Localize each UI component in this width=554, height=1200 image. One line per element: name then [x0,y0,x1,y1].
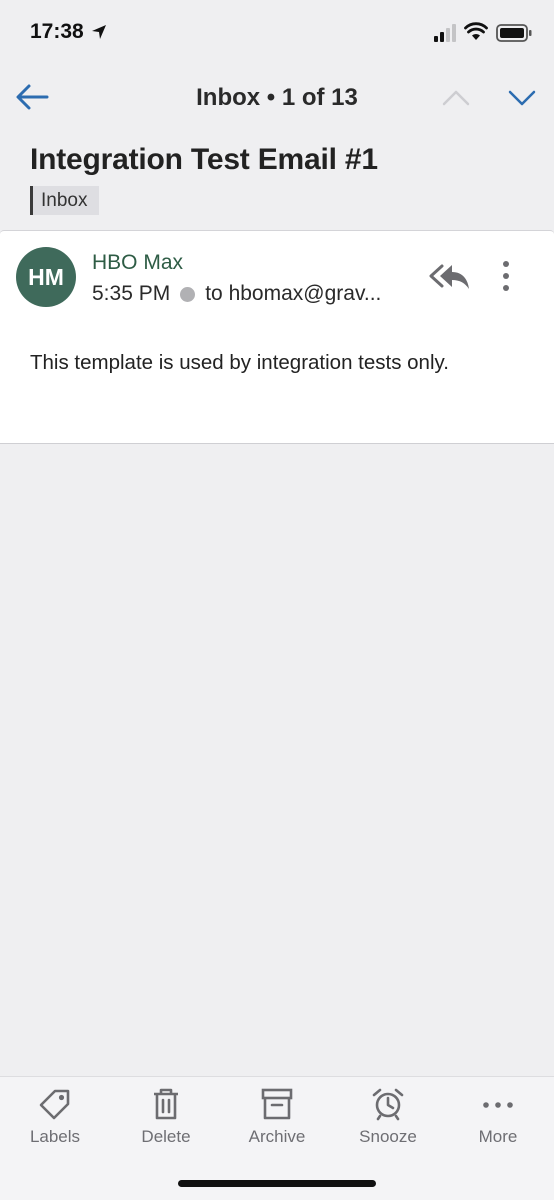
email-recipient: to hbomax@grav... [205,282,382,305]
cellular-signal-icon [434,24,456,42]
snooze-button[interactable]: Snooze [338,1087,438,1147]
archive-button[interactable]: Archive [227,1087,327,1147]
more-horizontal-icon [483,1102,513,1108]
alarm-clock-icon [372,1088,404,1121]
email-subject: Integration Test Email #1 [30,143,378,176]
sender-name[interactable]: HBO Max [92,251,183,275]
trash-icon [154,1088,178,1120]
label-chip-inbox[interactable]: Inbox [30,186,100,215]
labels-button-label: Labels [29,1127,81,1146]
status-time: 17:38 [30,20,84,43]
more-options-vertical-icon[interactable] [494,259,518,295]
delete-button-label: Delete [141,1127,191,1146]
tag-icon [39,1089,70,1120]
wifi-icon [464,22,488,40]
archive-button-label: Archive [248,1127,306,1146]
reply-all-icon[interactable] [428,261,472,293]
snooze-button-label: Snooze [359,1127,417,1146]
separator-dot-icon [180,286,196,302]
email-body: This template is used by integration tes… [30,351,449,374]
more-button-label: More [478,1127,518,1146]
previous-email-chevron-up-icon[interactable] [440,86,472,110]
delete-button[interactable]: Delete [116,1087,216,1147]
home-indicator[interactable] [178,1180,376,1187]
battery-icon [496,24,532,42]
more-button[interactable]: More [448,1087,548,1147]
email-message-card: HM HBO Max 5:35 PM to hbomax@grav... Thi… [0,230,554,444]
archive-box-icon [261,1088,293,1120]
labels-button[interactable]: Labels [5,1087,105,1147]
email-time: 5:35 PM [92,282,171,305]
email-meta[interactable]: 5:35 PM to hbomax@grav... [92,282,381,306]
navigation-bar: Inbox • 1 of 13 [0,66,554,130]
next-email-chevron-down-icon[interactable] [506,86,538,110]
status-bar: 17:38 [0,0,554,66]
location-arrow-icon [92,25,106,39]
sender-avatar[interactable]: HM [16,247,76,307]
